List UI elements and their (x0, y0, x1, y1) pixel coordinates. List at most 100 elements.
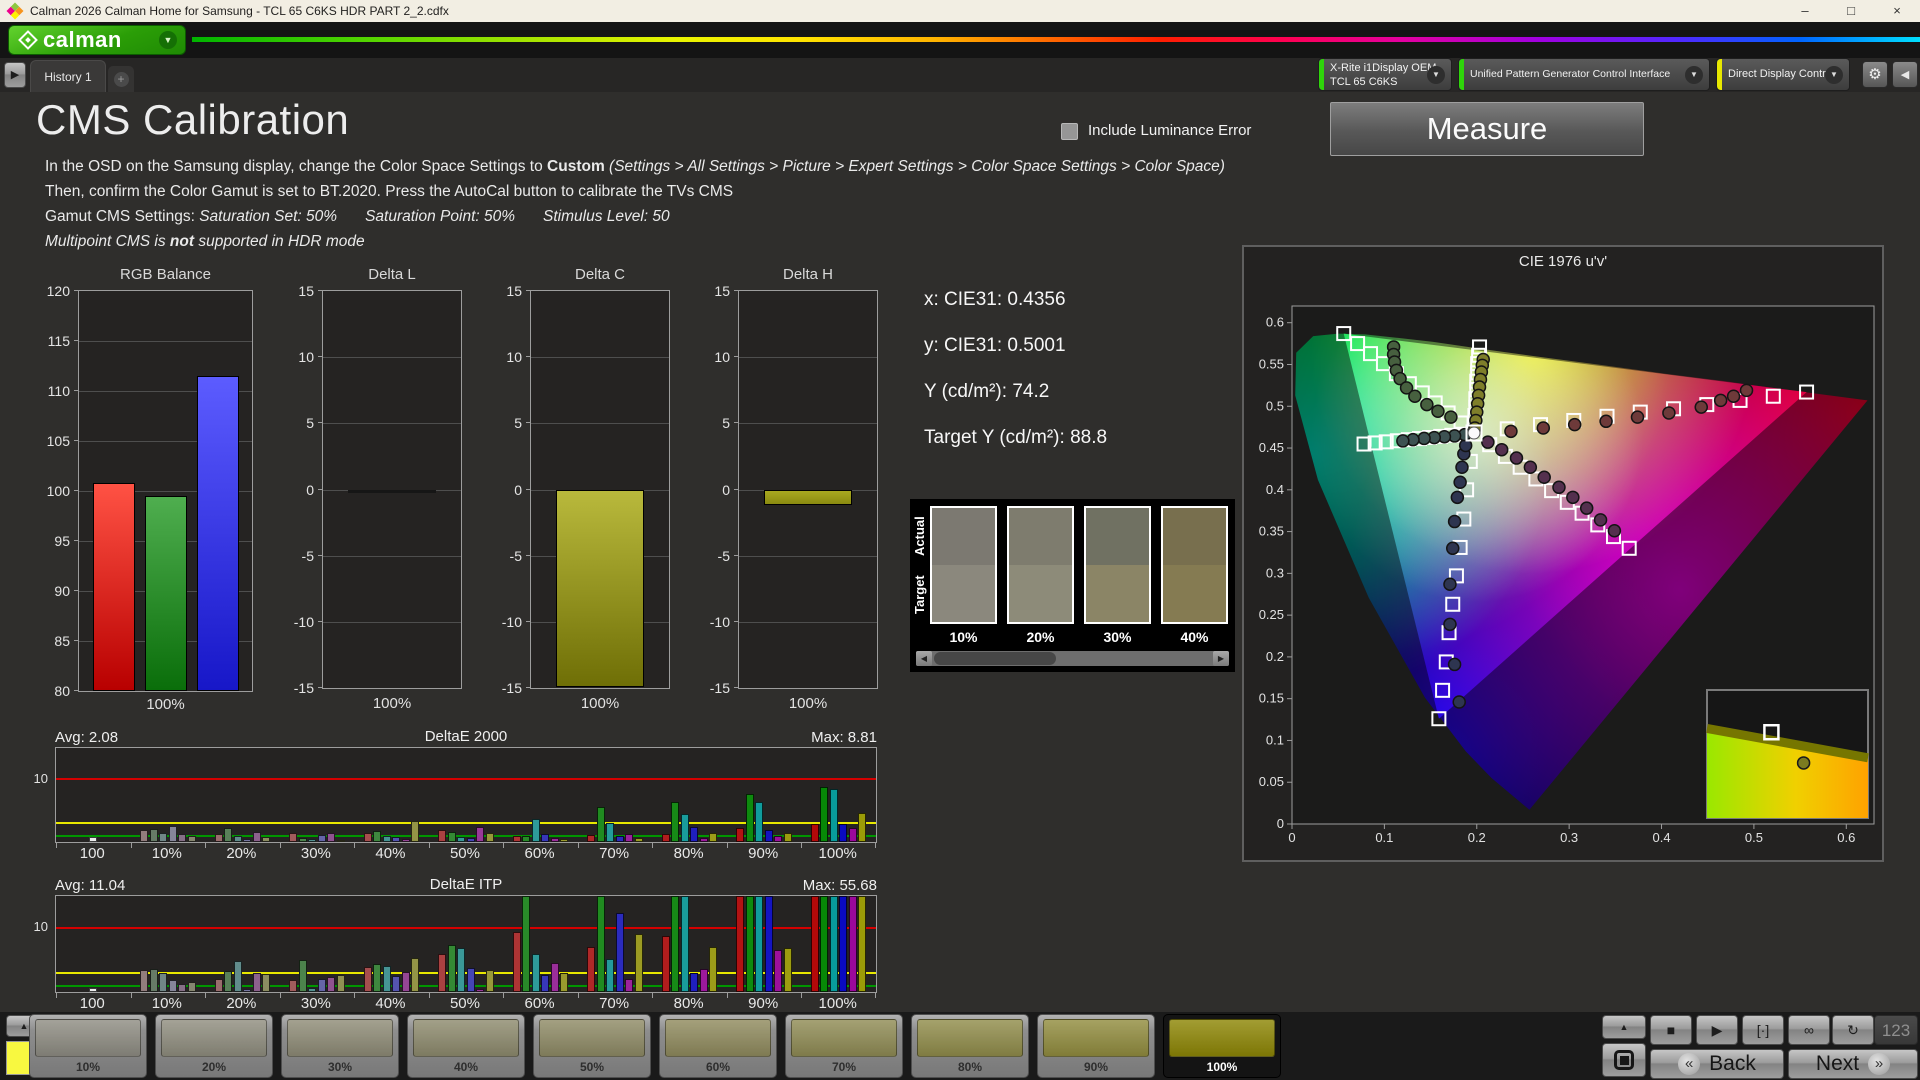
tab-history-1[interactable]: History 1 (30, 60, 106, 92)
swatch-scrollbar[interactable]: ◀ ▶ (916, 651, 1229, 666)
cie-measured-marker (1509, 451, 1524, 465)
chart-bar (373, 831, 382, 842)
axis-tick (526, 687, 531, 688)
axis-label: 30% (300, 845, 331, 862)
chart-bar (634, 933, 643, 992)
pattern-generator-dropdown[interactable]: Unified Pattern Generator Control Interf… (1458, 58, 1710, 91)
next-button[interactable]: Next » (1788, 1049, 1918, 1079)
scrollbar-thumb[interactable] (934, 652, 1056, 665)
axis-tick (734, 620, 739, 622)
gridline (739, 357, 877, 359)
minimize-button[interactable]: – (1782, 0, 1828, 22)
axis-tick (318, 290, 323, 291)
axis-label: 100% (818, 845, 857, 862)
chart-bar (348, 489, 436, 493)
display-control-dropdown[interactable]: Direct Display Control ▼ (1716, 58, 1850, 91)
chart-bar (699, 968, 708, 992)
close-button[interactable]: × (1874, 0, 1920, 22)
chart-bar (848, 896, 857, 992)
marker-button[interactable]: [·] (1742, 1015, 1784, 1045)
patch-button-80%[interactable]: 80% (911, 1014, 1029, 1078)
cie-measured-marker (1694, 400, 1708, 414)
row-up-button[interactable]: ▲ (1602, 1015, 1646, 1039)
chart-bar (625, 979, 634, 992)
axis-tick (74, 290, 79, 291)
add-tab-button[interactable]: + (108, 66, 134, 92)
chart-bar (336, 974, 345, 992)
patch-button-30%[interactable]: 30% (281, 1014, 399, 1078)
actual-color (1009, 508, 1072, 565)
axis-tick (74, 640, 79, 641)
patch-button-70%[interactable]: 70% (785, 1014, 903, 1078)
axis-label: 80 (54, 683, 70, 699)
patch-button-50%[interactable]: 50% (533, 1014, 651, 1078)
tab-row: ▶ History 1 + X-Rite i1Display OEM TCL 6… (0, 58, 1920, 92)
axis-label: 10% (151, 845, 182, 862)
chart-bar (289, 979, 298, 992)
refresh-button[interactable]: ↻ (1832, 1015, 1874, 1045)
svg-text:0.2: 0.2 (1266, 649, 1284, 664)
svg-text:0.45: 0.45 (1259, 440, 1284, 455)
patch-button-10%[interactable]: 10% (29, 1014, 147, 1078)
back-label: Back (1709, 1052, 1756, 1075)
scroll-right-icon[interactable]: ▶ (1213, 651, 1229, 666)
axis-label: 5 (722, 415, 730, 432)
axis-tick (318, 554, 323, 556)
patch-button-90%[interactable]: 90% (1037, 1014, 1155, 1078)
gridline (79, 341, 252, 342)
maximize-button[interactable]: □ (1828, 0, 1874, 22)
meter-device-dropdown[interactable]: X-Rite i1Display OEM TCL 65 C6KS ▼ (1318, 58, 1452, 91)
axis-label: 20% (226, 845, 257, 862)
svg-text:0.35: 0.35 (1259, 524, 1284, 539)
status-bar (1717, 59, 1722, 90)
axis-label: -15 (293, 680, 314, 696)
chart-bar (187, 981, 196, 992)
patch-color (287, 1019, 393, 1057)
play-button[interactable]: ▶ (1696, 1015, 1738, 1045)
svg-text:0.4: 0.4 (1652, 830, 1670, 845)
chart-bar (512, 835, 521, 842)
patch-button-100%[interactable]: 100% (1163, 1014, 1281, 1078)
settings-gear-button[interactable]: ⚙ (1862, 61, 1888, 88)
collapse-panel-button[interactable]: ◀ (1892, 61, 1918, 88)
chart-bar (755, 801, 764, 842)
tab-nav-button[interactable]: ▶ (4, 62, 26, 88)
chart-title-delta-h: Delta H (782, 266, 834, 283)
patch-button-60%[interactable]: 60% (659, 1014, 777, 1078)
pattern-window-button[interactable] (1602, 1043, 1646, 1077)
deitp-max: Max: 55.68 (802, 877, 877, 894)
cie-measured-marker (1443, 617, 1457, 632)
chart-bar (144, 496, 187, 691)
axis-label: 10 (33, 771, 48, 786)
chevron-down-icon[interactable]: ▼ (159, 31, 177, 49)
back-button[interactable]: « Back (1650, 1049, 1784, 1079)
chart-bar (187, 836, 196, 842)
chart-bar (159, 832, 168, 842)
scroll-left-icon[interactable]: ◀ (916, 651, 932, 666)
axis-tick (734, 422, 739, 424)
chevron-down-icon[interactable]: ▼ (1427, 65, 1445, 84)
chart-bar (541, 834, 550, 842)
patch-button-20%[interactable]: 20% (155, 1014, 273, 1078)
chart-bar (550, 962, 559, 992)
chart-bar (839, 823, 848, 842)
chevron-down-icon[interactable]: ▼ (1825, 65, 1843, 84)
app-icon (6, 2, 24, 20)
chart-bar (560, 972, 569, 992)
axis-tick (734, 290, 739, 291)
chart-bar (709, 947, 718, 992)
chevron-down-icon[interactable]: ▼ (1685, 65, 1703, 84)
cie-measured-marker (1453, 475, 1467, 490)
patch-button-40%[interactable]: 40% (407, 1014, 525, 1078)
chart-bar (466, 968, 475, 992)
back-chevron-icon: « (1678, 1053, 1701, 1075)
chart-bar (363, 833, 372, 842)
continuous-measure-button[interactable]: ∞ (1788, 1015, 1830, 1045)
cie-measured-marker (1420, 397, 1434, 412)
include-luminance-error-checkbox[interactable] (1061, 123, 1078, 140)
calman-menu-button[interactable]: calman ▼ (8, 25, 186, 55)
stop-button[interactable]: ■ (1650, 1015, 1692, 1045)
device-name: Unified Pattern Generator Control Interf… (1470, 68, 1671, 80)
chart-bar (550, 837, 559, 842)
measure-button[interactable]: Measure (1330, 102, 1644, 156)
